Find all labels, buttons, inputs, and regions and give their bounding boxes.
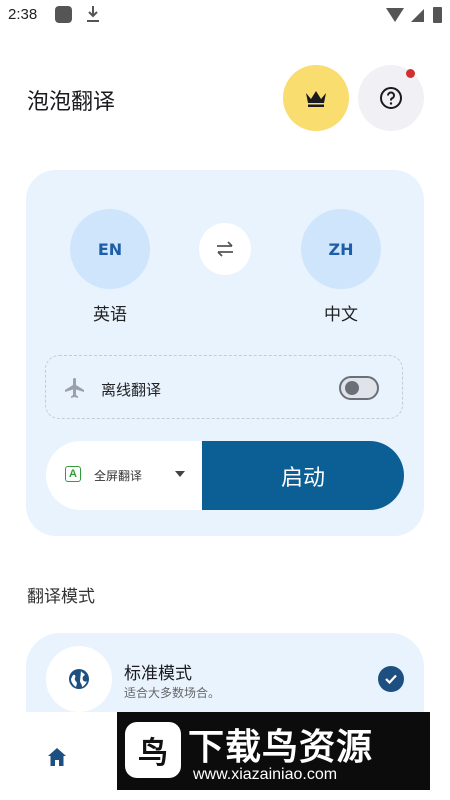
target-language-button[interactable]: ZH [301,209,381,289]
source-language-label: 英语 [93,305,127,325]
app-notification-icon [55,6,72,23]
download-icon [87,6,99,22]
selected-check-icon [378,666,404,692]
notification-dot [406,69,415,78]
mode-a-icon: A [65,466,81,482]
premium-button[interactable] [283,65,349,131]
watermark-logo: 鸟 [125,722,181,778]
watermark-url: www.xiazainiao.com [193,766,338,783]
mode-title: 标准模式 [124,664,192,684]
mode-description: 适合大多数场合。 [124,686,221,700]
target-language-label: 中文 [324,305,358,325]
status-time: 2:38 [8,6,38,23]
app-title: 泡泡翻译 [27,90,116,115]
start-button[interactable]: 启动 [202,441,404,510]
source-language-code: EN [97,239,123,259]
start-button-label: 启动 [280,465,325,491]
dropdown-caret-icon [175,471,185,477]
section-title: 翻译模式 [27,587,95,607]
status-icons [386,7,442,23]
offline-translation-label: 离线翻译 [101,381,162,399]
offline-toggle[interactable] [339,376,379,400]
toggle-knob [345,381,359,395]
home-icon[interactable] [46,746,68,768]
target-language-code: ZH [328,239,354,259]
swap-languages-button[interactable] [199,223,251,275]
signal-icon [411,9,424,22]
wifi-icon [386,8,404,22]
globe-icon-wrap [46,646,112,712]
source-language-button[interactable]: EN [70,209,150,289]
help-icon [380,87,402,109]
swap-icon [217,241,233,257]
airplane-icon [65,378,84,398]
crown-icon [306,91,326,107]
watermark-title: 下载鸟资源 [188,727,374,768]
globe-icon [69,669,89,689]
mode-dropdown-label: 全屏翻译 [94,469,143,483]
battery-icon [433,7,442,23]
